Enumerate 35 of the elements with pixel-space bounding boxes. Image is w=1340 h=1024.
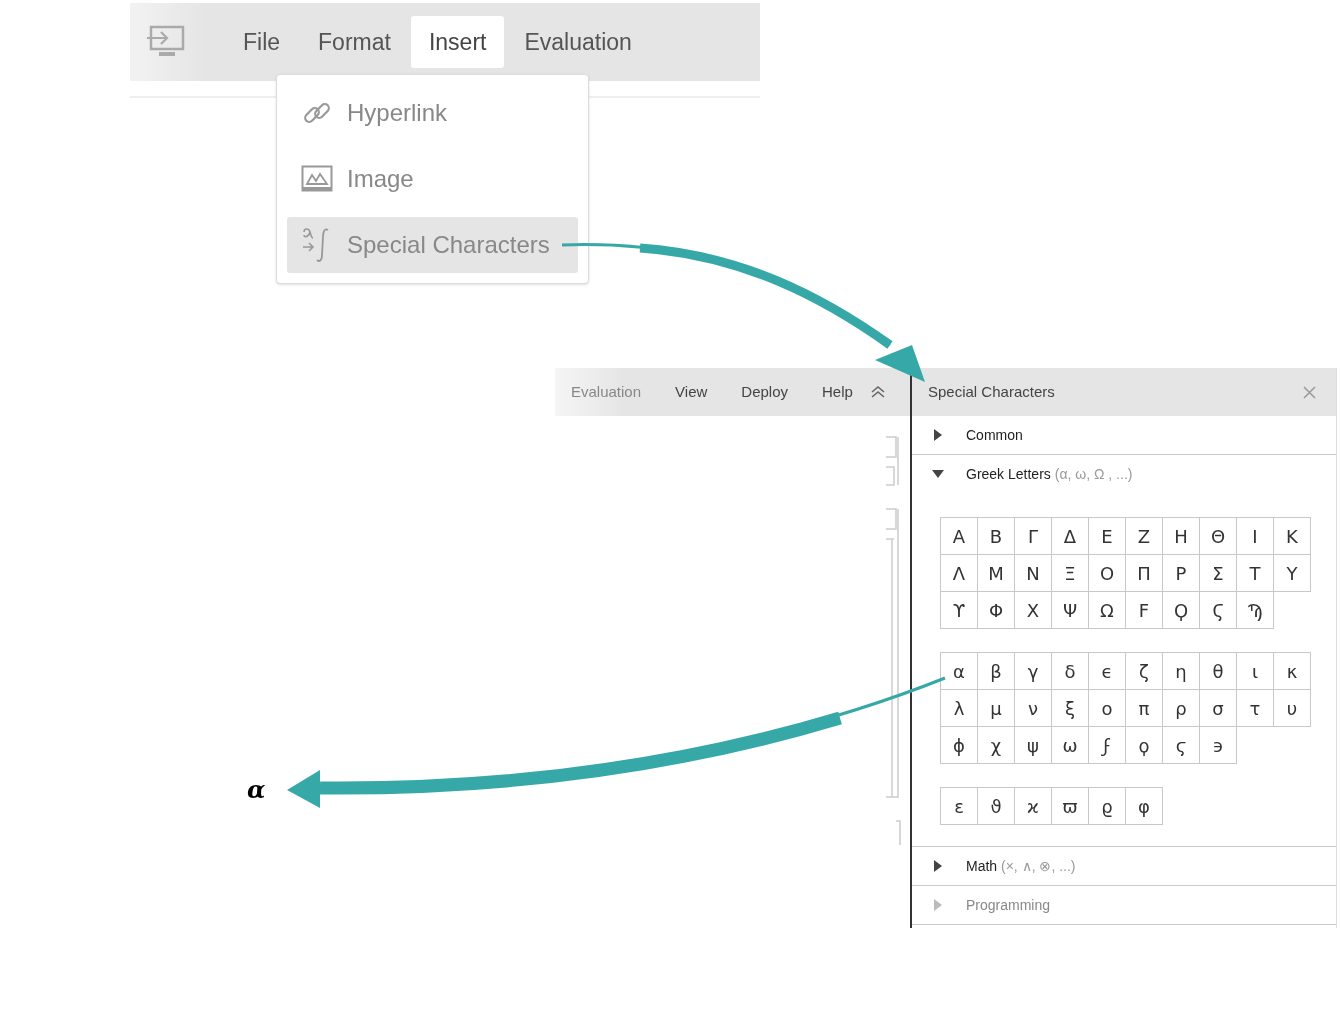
character-button[interactable]: υ bbox=[1273, 689, 1311, 727]
section-header[interactable]: Common bbox=[912, 416, 1336, 454]
character-button[interactable]: Α bbox=[940, 517, 978, 555]
character-button[interactable]: ϕ bbox=[940, 726, 978, 764]
toolbar-tab[interactable]: Help bbox=[822, 380, 853, 404]
menu-tab[interactable]: Insert bbox=[410, 16, 505, 68]
collapsed-triangle-icon[interactable] bbox=[932, 429, 944, 441]
image-icon bbox=[301, 163, 333, 195]
character-button[interactable]: ϑ bbox=[977, 787, 1015, 825]
character-button[interactable]: Κ bbox=[1273, 517, 1311, 555]
menu-item[interactable]: Image bbox=[287, 151, 578, 207]
menu-tab[interactable]: Format bbox=[300, 16, 409, 68]
character-button[interactable]: ϶ bbox=[1199, 726, 1237, 764]
menu-tab[interactable]: File bbox=[225, 16, 299, 68]
collapsed-triangle-icon[interactable] bbox=[932, 860, 944, 872]
toolbar-tab[interactable]: Deploy bbox=[741, 380, 788, 404]
collapse-icon[interactable] bbox=[870, 385, 885, 399]
character-button[interactable]: κ bbox=[1273, 652, 1311, 690]
character-button[interactable]: φ bbox=[1125, 787, 1163, 825]
panel-title: Special Characters bbox=[928, 381, 1055, 402]
menu-tab[interactable]: Evaluation bbox=[506, 16, 650, 68]
section-header[interactable]: Greek Letters (α, ω, Ω , ...) bbox=[912, 455, 1336, 493]
section-header[interactable]: Math (×, ∧, ⊗, ...) bbox=[912, 847, 1336, 885]
character-button[interactable]: ε bbox=[940, 787, 978, 825]
character-button[interactable]: Υ bbox=[1273, 554, 1311, 592]
character-button[interactable]: ϱ bbox=[1088, 787, 1126, 825]
menu-item[interactable]: Hyperlink bbox=[287, 85, 578, 141]
result-symbol: α bbox=[247, 774, 266, 806]
expanded-triangle-icon[interactable] bbox=[932, 468, 944, 480]
character-button[interactable]: ϖ bbox=[1051, 787, 1089, 825]
character-button[interactable]: α bbox=[940, 652, 978, 690]
character-button[interactable]: Ϡ bbox=[1236, 591, 1274, 629]
character-button[interactable]: ϒ bbox=[940, 591, 978, 629]
toolbar-tab[interactable]: View bbox=[675, 380, 708, 404]
character-button[interactable]: ϰ bbox=[1014, 787, 1052, 825]
